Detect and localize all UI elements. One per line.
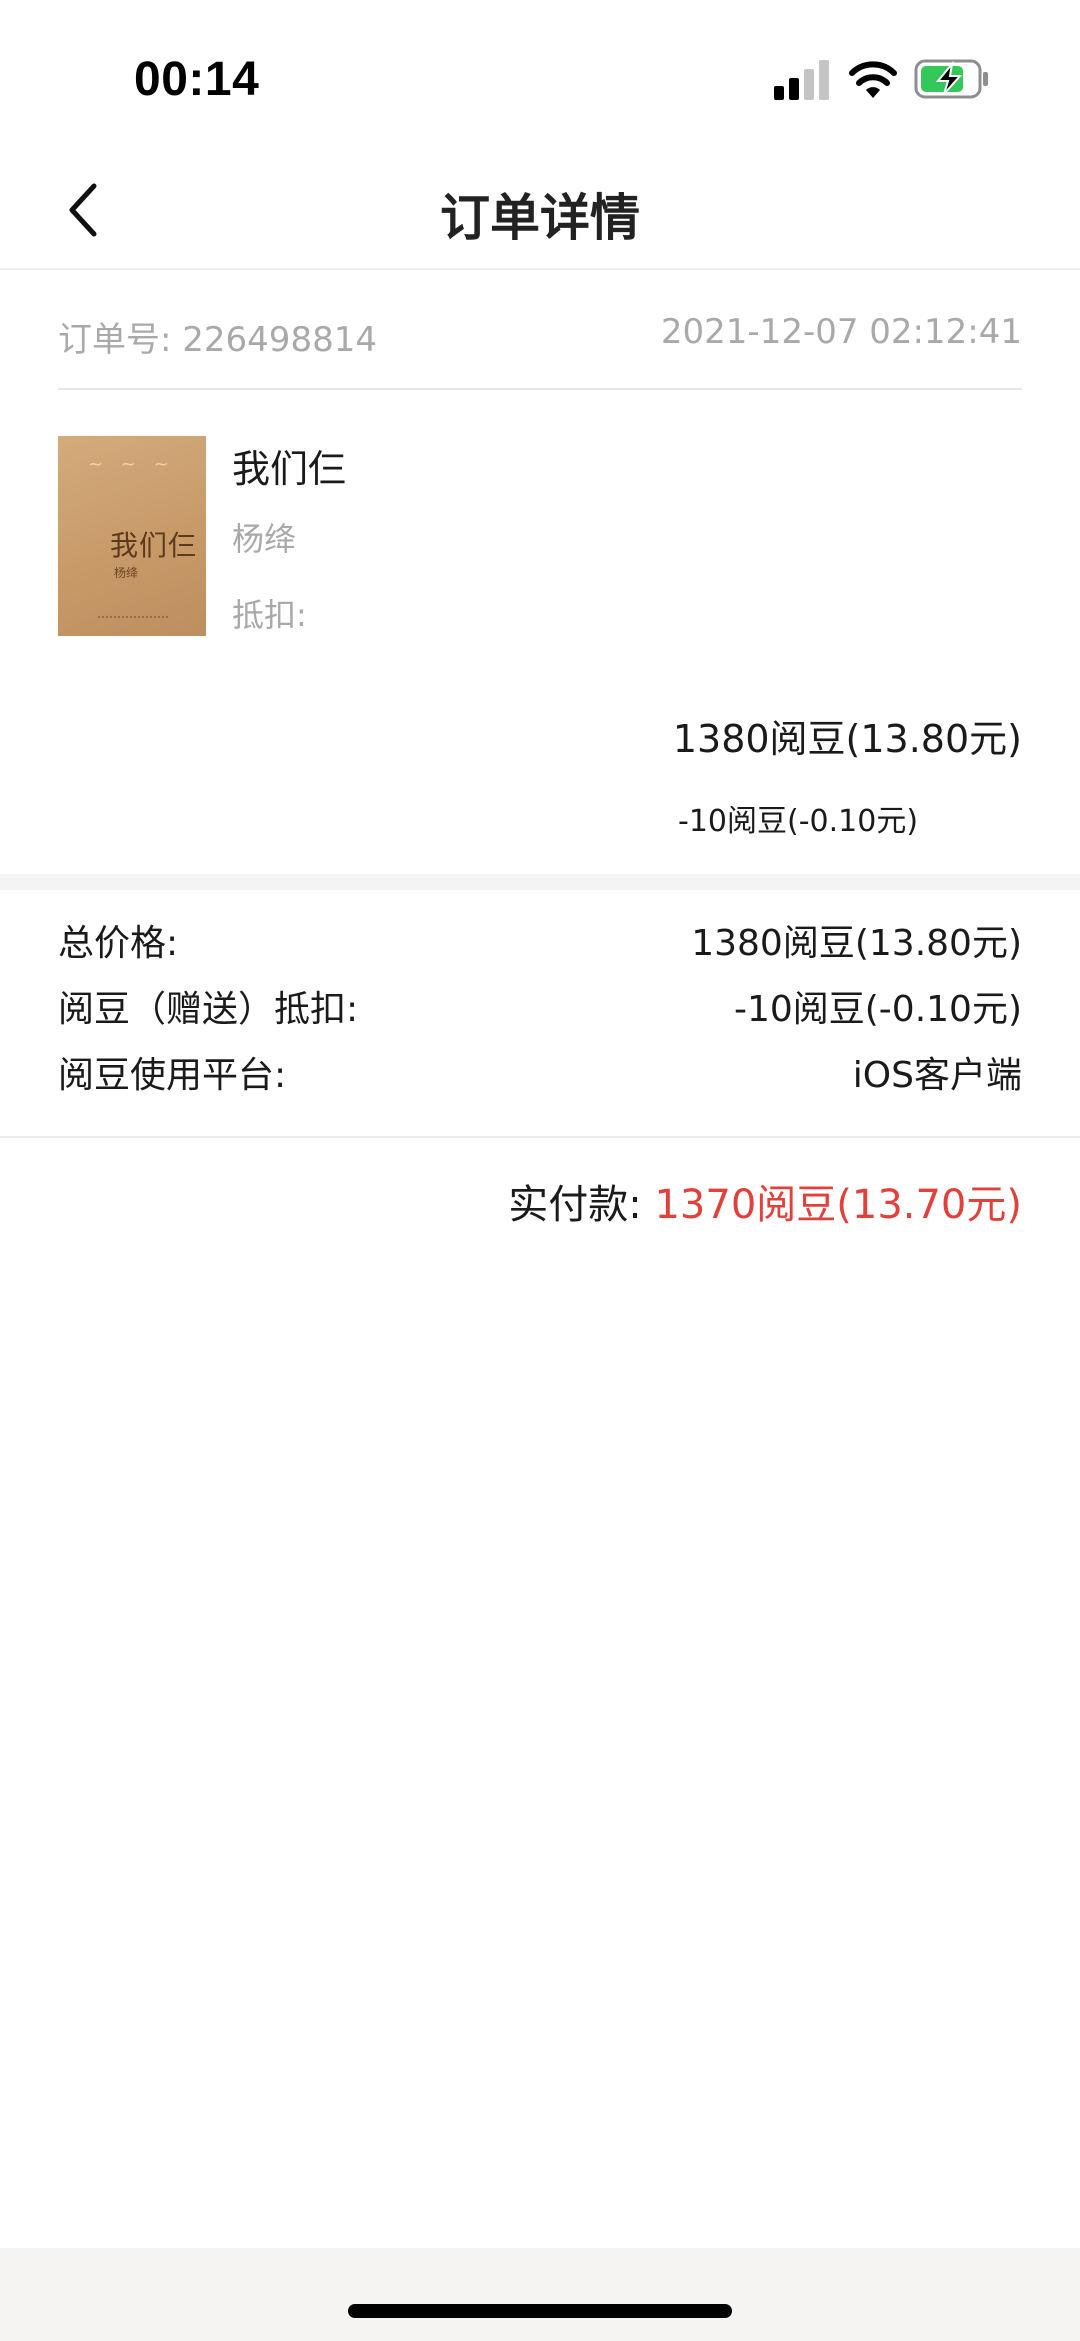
item-discount: -10阅豆(-0.10元) [678, 804, 919, 839]
status-time: 00:14 [134, 53, 260, 106]
cover-author: 杨绛 [114, 566, 139, 580]
cover-title: 我们仨 [110, 529, 198, 562]
book-deduct-label: 抵扣: [232, 596, 307, 634]
item-price: 1380阅豆(13.80元) [672, 717, 1022, 761]
summary-row-platform: 阅豆使用平台: iOS客户端 [58, 1046, 1022, 1106]
paid-label: 实付款: [508, 1182, 655, 1228]
cover-line [98, 616, 168, 619]
order-header: 订单号: 226498814 2021-12-07 02:12:41 [58, 270, 1022, 390]
summary-value: -10阅豆(-0.10元) [733, 989, 1022, 1030]
order-number-label: 订单号: [58, 320, 172, 360]
book-title[interactable]: 我们仨 [232, 438, 346, 493]
paid-amount: 实付款: 1370阅豆(13.70元) [508, 1172, 1022, 1230]
battery-charging-icon [914, 59, 988, 99]
book-cover[interactable]: ~ ~ ~ 我们仨 杨绛 [58, 436, 206, 636]
signal-icon [774, 60, 829, 100]
summary-value: iOS客户端 [852, 1055, 1022, 1096]
page-title: 订单详情 [440, 189, 640, 247]
cover-decoration: ~ ~ ~ [88, 454, 175, 475]
section-divider [0, 874, 1080, 890]
summary-label: 总价格: [58, 923, 179, 964]
summary-row-total: 总价格: 1380阅豆(13.80元) [58, 914, 1022, 974]
order-time: 2021-12-07 02:12:41 [660, 312, 1022, 352]
summary-value: 1380阅豆(13.80元) [691, 923, 1022, 964]
summary-divider [0, 1136, 1080, 1138]
summary-label: 阅豆（赠送）抵扣: [58, 989, 359, 1030]
wifi-icon [849, 61, 897, 98]
book-author: 杨绛 [232, 520, 297, 558]
order-number: 订单号: 226498814 [58, 312, 377, 361]
summary-row-deduction: 阅豆（赠送）抵扣: -10阅豆(-0.10元) [58, 980, 1022, 1040]
paid-value: 1370阅豆(13.70元) [654, 1182, 1022, 1228]
status-bar: 00:14 [0, 0, 1080, 150]
order-detail-screen: 00:14 订单详情 订单号: 226498814 2021-12-07 02:… [0, 0, 1080, 2341]
order-number-value: 226498814 [182, 320, 377, 360]
summary-label: 阅豆使用平台: [58, 1055, 287, 1096]
bottom-safe-area [0, 2248, 1080, 2341]
nav-bar: 订单详情 [0, 150, 1080, 270]
home-indicator[interactable] [348, 2304, 732, 2318]
